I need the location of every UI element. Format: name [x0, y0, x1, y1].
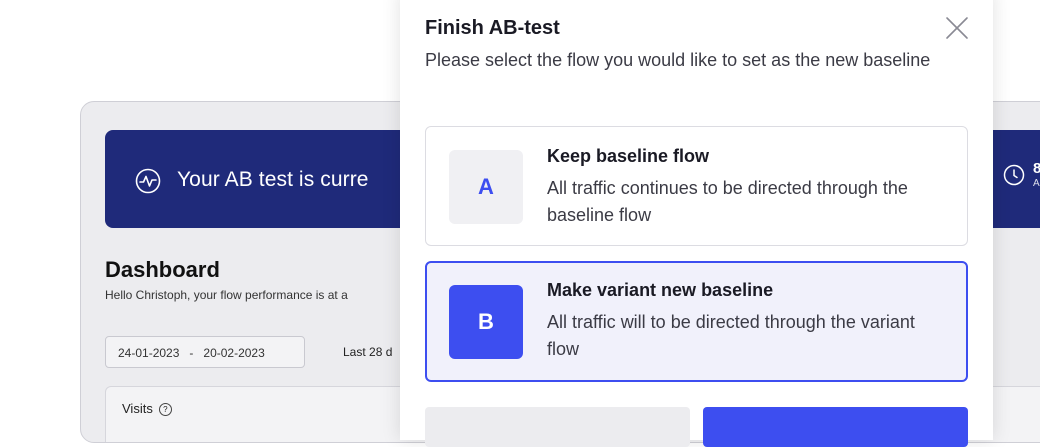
modal-title: Finish AB-test: [425, 17, 560, 39]
banner-stat-label: A: [1033, 178, 1040, 189]
help-circle-icon[interactable]: ?: [158, 403, 172, 416]
clock-icon: [1003, 164, 1025, 186]
date-range-picker[interactable]: 24-01-2023-20-02-2023: [105, 336, 305, 368]
option-make-variant-baseline[interactable]: B Make variant new baseline All traffic …: [425, 261, 968, 382]
option-description: All traffic continues to be directed thr…: [547, 178, 908, 225]
date-to: 20-02-2023: [203, 346, 265, 360]
option-badge: A: [449, 150, 523, 224]
option-title: Keep baseline flow: [547, 146, 710, 166]
date-from: 24-01-2023: [118, 346, 180, 360]
option-badge: B: [449, 285, 523, 359]
option-description: All traffic will to be directed through …: [547, 312, 915, 359]
cancel-button[interactable]: [425, 407, 690, 447]
modal-description: Please select the flow you would like to…: [425, 50, 931, 70]
visits-label-text: Visits: [122, 401, 153, 416]
banner-text: Your AB test is curre: [177, 168, 369, 191]
activity-pulse-icon: [135, 168, 161, 194]
banner-stat-value: 8: [1033, 160, 1040, 177]
page-title: Dashboard: [105, 257, 220, 282]
confirm-button[interactable]: [703, 407, 968, 447]
visits-label: Visits?: [122, 401, 172, 416]
option-title: Make variant new baseline: [547, 280, 774, 300]
finish-ab-test-modal: Finish AB-test Please select the flow yo…: [400, 0, 993, 447]
close-icon[interactable]: [944, 15, 970, 41]
date-separator: -: [189, 346, 194, 360]
option-keep-baseline[interactable]: A Keep baseline flow All traffic continu…: [425, 126, 968, 246]
page-subtitle: Hello Christoph, your flow performance i…: [105, 288, 348, 302]
range-preset-label[interactable]: Last 28 d: [343, 345, 392, 359]
